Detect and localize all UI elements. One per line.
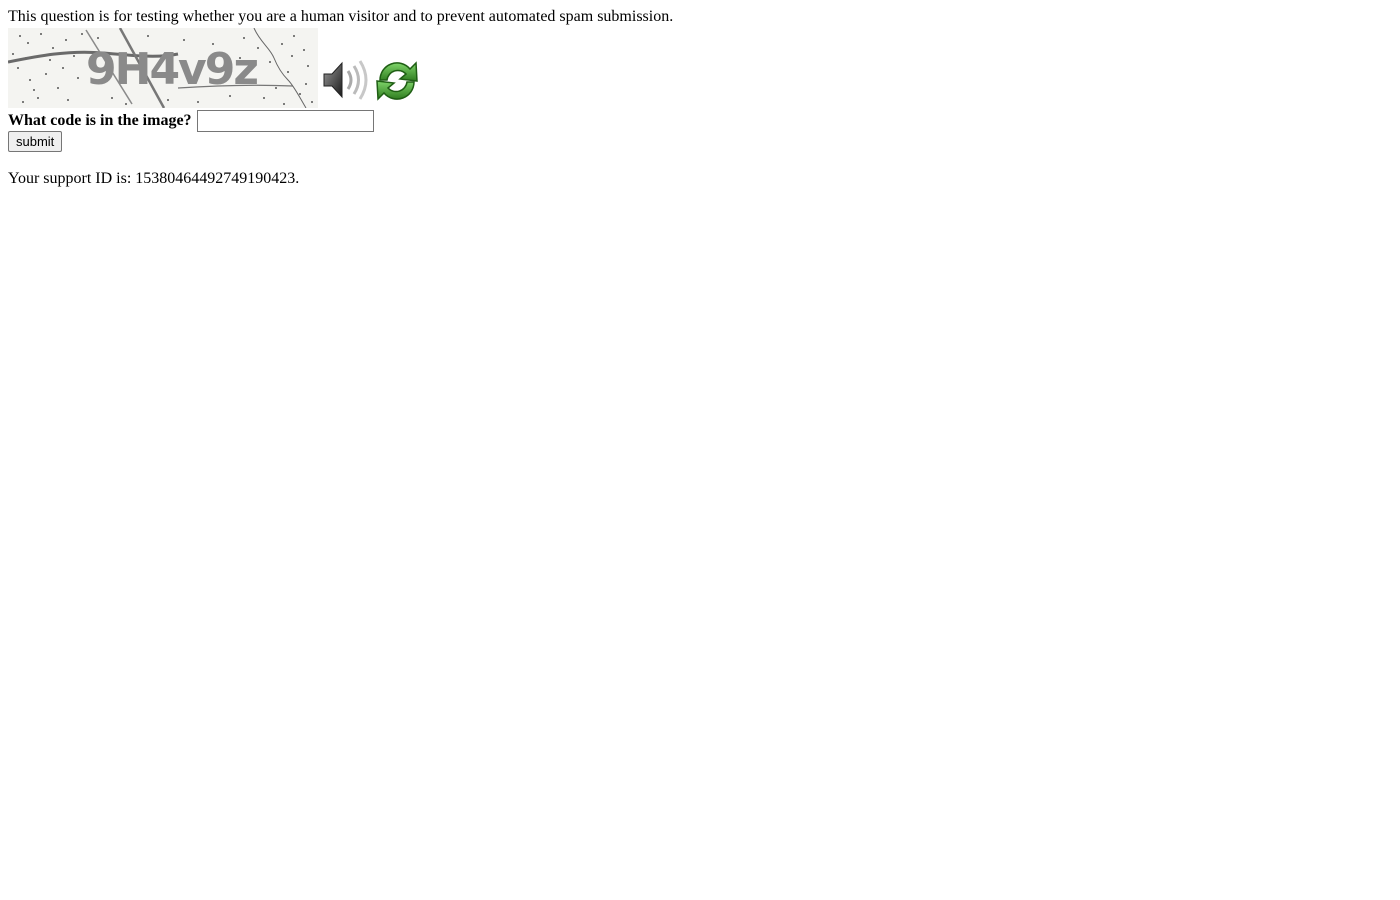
support-id-line: Your support ID is: 15380464492749190423… bbox=[8, 170, 299, 188]
intro-message: This question is for testing whether you… bbox=[8, 8, 674, 25]
captcha-question-row: What code is in the image? bbox=[8, 110, 374, 132]
support-id-suffix: . bbox=[295, 170, 300, 187]
submit-button[interactable]: submit bbox=[8, 131, 63, 152]
refresh-icon[interactable] bbox=[372, 56, 422, 106]
captcha-row: 9H4v9z bbox=[8, 26, 422, 108]
captcha-code-input[interactable] bbox=[196, 110, 374, 132]
support-id-prefix: Your support ID is: bbox=[8, 170, 136, 187]
captcha-image: 9H4v9z bbox=[8, 28, 318, 108]
support-id-value: 15380464492749190423 bbox=[135, 170, 296, 187]
captcha-question-label: What code is in the image? bbox=[8, 112, 192, 129]
speaker-icon[interactable] bbox=[320, 55, 372, 105]
captcha-code-text: 9H4v9z bbox=[86, 44, 257, 95]
